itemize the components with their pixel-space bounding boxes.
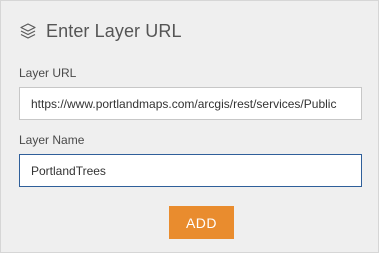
layer-name-label: Layer Name (19, 133, 85, 147)
layer-name-input[interactable] (19, 154, 362, 187)
layer-url-label: Layer URL (19, 66, 77, 80)
panel-title: Enter Layer URL (46, 20, 182, 41)
layer-url-input[interactable] (19, 87, 362, 120)
layers-icon (19, 22, 37, 40)
enter-layer-url-panel: Enter Layer URL Layer URL Layer Name ADD (0, 0, 379, 253)
panel-header: Enter Layer URL (19, 19, 182, 43)
add-button[interactable]: ADD (169, 206, 234, 239)
